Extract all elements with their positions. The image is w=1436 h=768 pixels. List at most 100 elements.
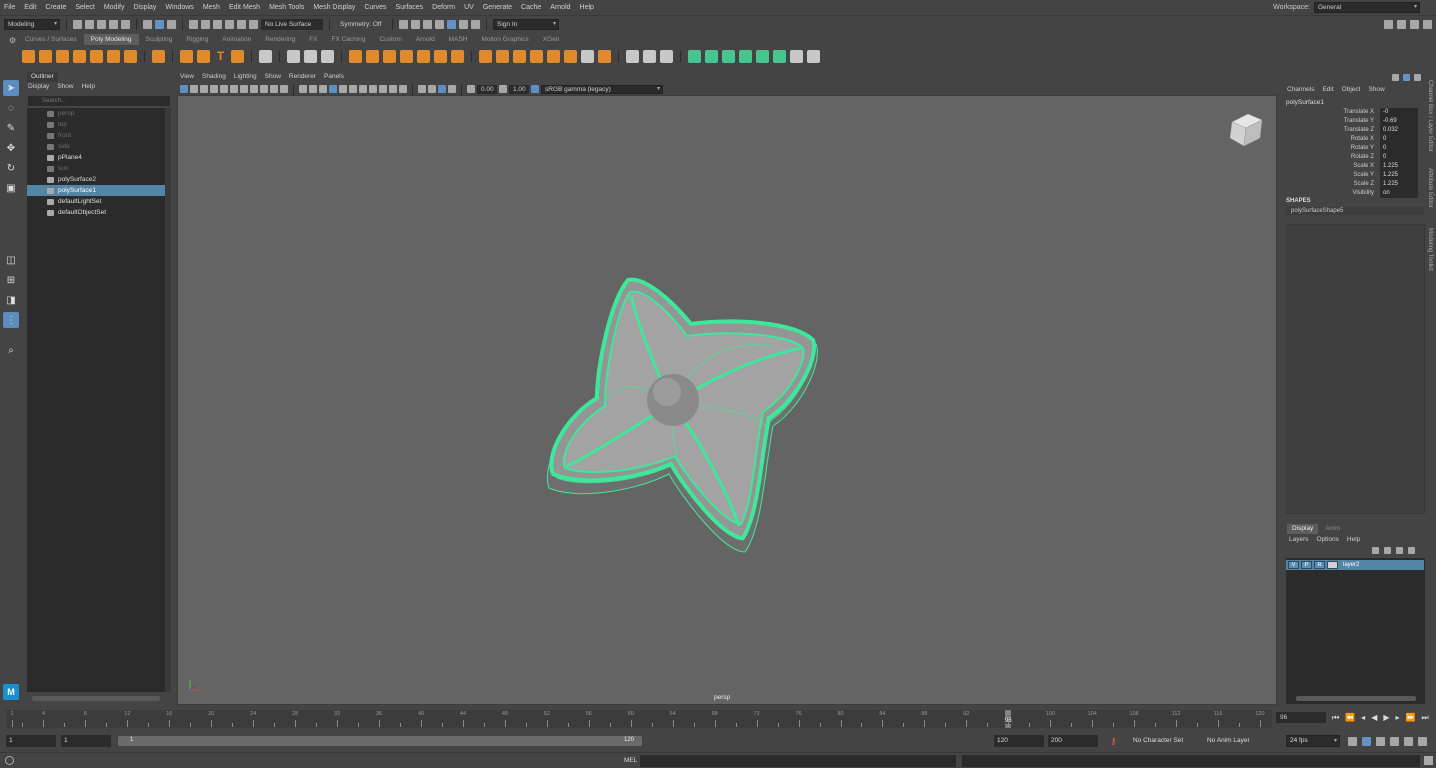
step-forward-key-icon[interactable]: ⏩ xyxy=(1406,713,1416,722)
show-channel-box-icon[interactable] xyxy=(1423,19,1432,29)
poly-disc-icon[interactable] xyxy=(124,49,137,63)
attribute-row[interactable]: Visibility on xyxy=(1286,189,1424,198)
symmetry-dropdown[interactable]: Symmetry: Off xyxy=(336,19,386,30)
four-view-icon[interactable]: ⊞ xyxy=(3,272,19,288)
move-tool-icon[interactable]: ✥ xyxy=(3,140,19,156)
outliner-item[interactable]: polySurface2 xyxy=(27,174,167,185)
attribute-value[interactable]: 1.225 xyxy=(1380,180,1418,189)
sweep-mesh-icon[interactable] xyxy=(197,49,210,63)
wireframe-icon[interactable] xyxy=(299,85,307,93)
attribute-value[interactable]: -0 xyxy=(1380,108,1418,117)
default-material-icon[interactable] xyxy=(319,85,327,93)
color-space-dropdown[interactable]: sRGB gamma (legacy) xyxy=(541,84,663,94)
type-tool-icon[interactable]: T xyxy=(214,49,227,63)
tab-anim[interactable]: Anim xyxy=(1320,524,1345,534)
playback-end-field[interactable]: 120 xyxy=(994,735,1044,747)
ipr-render-icon[interactable] xyxy=(423,19,432,29)
menu-file[interactable]: File xyxy=(0,4,20,11)
mirror-icon[interactable] xyxy=(451,49,464,63)
safe-title-icon[interactable] xyxy=(280,85,288,93)
shelf-tab-arnold[interactable]: Arnold xyxy=(409,34,442,45)
extract-icon[interactable] xyxy=(479,49,492,63)
cylindrical-mapping-icon[interactable] xyxy=(705,49,718,63)
outliner-menu-show[interactable]: Show xyxy=(57,83,73,90)
sound-icon[interactable] xyxy=(1390,737,1399,746)
outliner-item[interactable]: defaultLightSet xyxy=(27,196,167,207)
image-plane-icon[interactable] xyxy=(210,85,218,93)
rotate-tool-icon[interactable]: ↻ xyxy=(3,160,19,176)
snap-to-grid-icon[interactable] xyxy=(189,19,198,29)
menu-help[interactable]: Help xyxy=(576,4,599,11)
unfold-uv-icon[interactable] xyxy=(790,49,803,63)
attribute-value[interactable]: 0 xyxy=(1380,144,1418,153)
outliner-menu-help[interactable]: Help xyxy=(82,83,95,90)
cache-playback-icon[interactable] xyxy=(1404,737,1413,746)
sign-in-dropdown[interactable]: Sign In xyxy=(493,18,559,30)
play-forwards-icon[interactable]: ▶ xyxy=(1383,713,1389,722)
layer-display-type-toggle[interactable]: R xyxy=(1314,561,1325,569)
new-empty-layer-icon[interactable] xyxy=(1396,547,1403,554)
poly-plane-icon[interactable] xyxy=(107,49,120,63)
render-view-icon[interactable] xyxy=(399,19,408,29)
menu-surfaces[interactable]: Surfaces xyxy=(392,4,429,11)
flower-mesh-model[interactable] xyxy=(533,276,833,566)
single-perspective-view-icon[interactable]: ◫ xyxy=(3,252,19,268)
outliner-search-input[interactable]: Search... xyxy=(28,96,170,106)
graph-editor-icon[interactable] xyxy=(1376,737,1385,746)
shelf-tab-animation[interactable]: Animation xyxy=(215,34,258,45)
lasso-tool-icon[interactable]: ◌ xyxy=(3,100,19,116)
viewport-menu-shading[interactable]: Shading xyxy=(202,73,226,83)
viewport-menu-show[interactable]: Show xyxy=(265,73,281,83)
menu-windows[interactable]: Windows xyxy=(161,4,198,11)
persp-outliner-icon[interactable]: ◨ xyxy=(3,292,19,308)
menu-mesh-display[interactable]: Mesh Display xyxy=(309,4,360,11)
menu-generate[interactable]: Generate xyxy=(479,4,517,11)
live-surface-field[interactable]: No Live Surface xyxy=(261,18,323,30)
xray-icon[interactable] xyxy=(428,85,436,93)
arnold-render-icon[interactable] xyxy=(459,19,468,29)
multi-cut-icon[interactable] xyxy=(581,49,594,63)
snap-to-point-icon[interactable] xyxy=(213,19,222,29)
screen-space-ao-icon[interactable] xyxy=(369,85,377,93)
script-editor-icon[interactable] xyxy=(5,756,14,765)
poly-cone-icon[interactable] xyxy=(73,49,86,63)
modeling-toolkit-icon[interactable] xyxy=(287,49,300,63)
select-by-hierarchy-icon[interactable] xyxy=(143,19,152,29)
step-back-frame-icon[interactable]: ◂ xyxy=(1361,713,1365,722)
gate-mask-icon[interactable] xyxy=(250,85,258,93)
loop-icon[interactable] xyxy=(1348,737,1357,746)
shelf-tab-fx-caching[interactable]: FX Caching xyxy=(325,34,373,45)
outliner-item[interactable]: pPlane4 xyxy=(27,152,167,163)
poly-cube-icon[interactable] xyxy=(39,49,52,63)
menu-mesh[interactable]: Mesh xyxy=(199,4,225,11)
mode-dropdown[interactable]: Modeling xyxy=(4,18,60,30)
shelf-tab-sculpting[interactable]: Sculpting xyxy=(139,34,180,45)
layer-name[interactable]: layer2 xyxy=(1343,562,1359,568)
select-camera-icon[interactable] xyxy=(180,85,188,93)
go-to-end-icon[interactable]: ⏭ xyxy=(1421,713,1428,723)
show-menu[interactable]: Show xyxy=(1368,86,1384,93)
gamma-field[interactable]: 1.00 xyxy=(509,84,529,94)
layer-editor-icon[interactable] xyxy=(1414,74,1421,81)
viewport-menu-panels[interactable]: Panels xyxy=(324,73,344,83)
perspective-viewport[interactable]: persp xyxy=(177,95,1277,705)
exposure-icon[interactable] xyxy=(467,85,475,93)
viewport-menu-lighting[interactable]: Lighting xyxy=(234,73,257,83)
shelf-tab-rendering[interactable]: Rendering xyxy=(258,34,302,45)
outliner-scrollbar[interactable] xyxy=(165,108,171,692)
side-tab-modeling-toolkit[interactable]: Modeling Toolkit xyxy=(1427,228,1433,271)
outliner-item[interactable]: top xyxy=(27,119,167,130)
offset-edge-loop-icon[interactable] xyxy=(643,49,656,63)
animation-end-field[interactable]: 200 xyxy=(1048,735,1098,747)
resolution-gate-icon[interactable] xyxy=(240,85,248,93)
bookmarks-icon[interactable] xyxy=(200,85,208,93)
go-to-start-icon[interactable]: ⏮ xyxy=(1332,713,1339,723)
layer-row[interactable]: V P R layer2 xyxy=(1286,560,1424,570)
poly-sphere-icon[interactable] xyxy=(22,49,35,63)
menu-edit[interactable]: Edit xyxy=(20,4,41,11)
connect-icon[interactable] xyxy=(660,49,673,63)
smooth-shade-icon[interactable] xyxy=(309,85,317,93)
view-cube-icon[interactable] xyxy=(1226,108,1266,148)
auto-key-icon[interactable]: ⚷ xyxy=(1110,736,1117,747)
outliner-item[interactable]: sun xyxy=(27,163,167,174)
